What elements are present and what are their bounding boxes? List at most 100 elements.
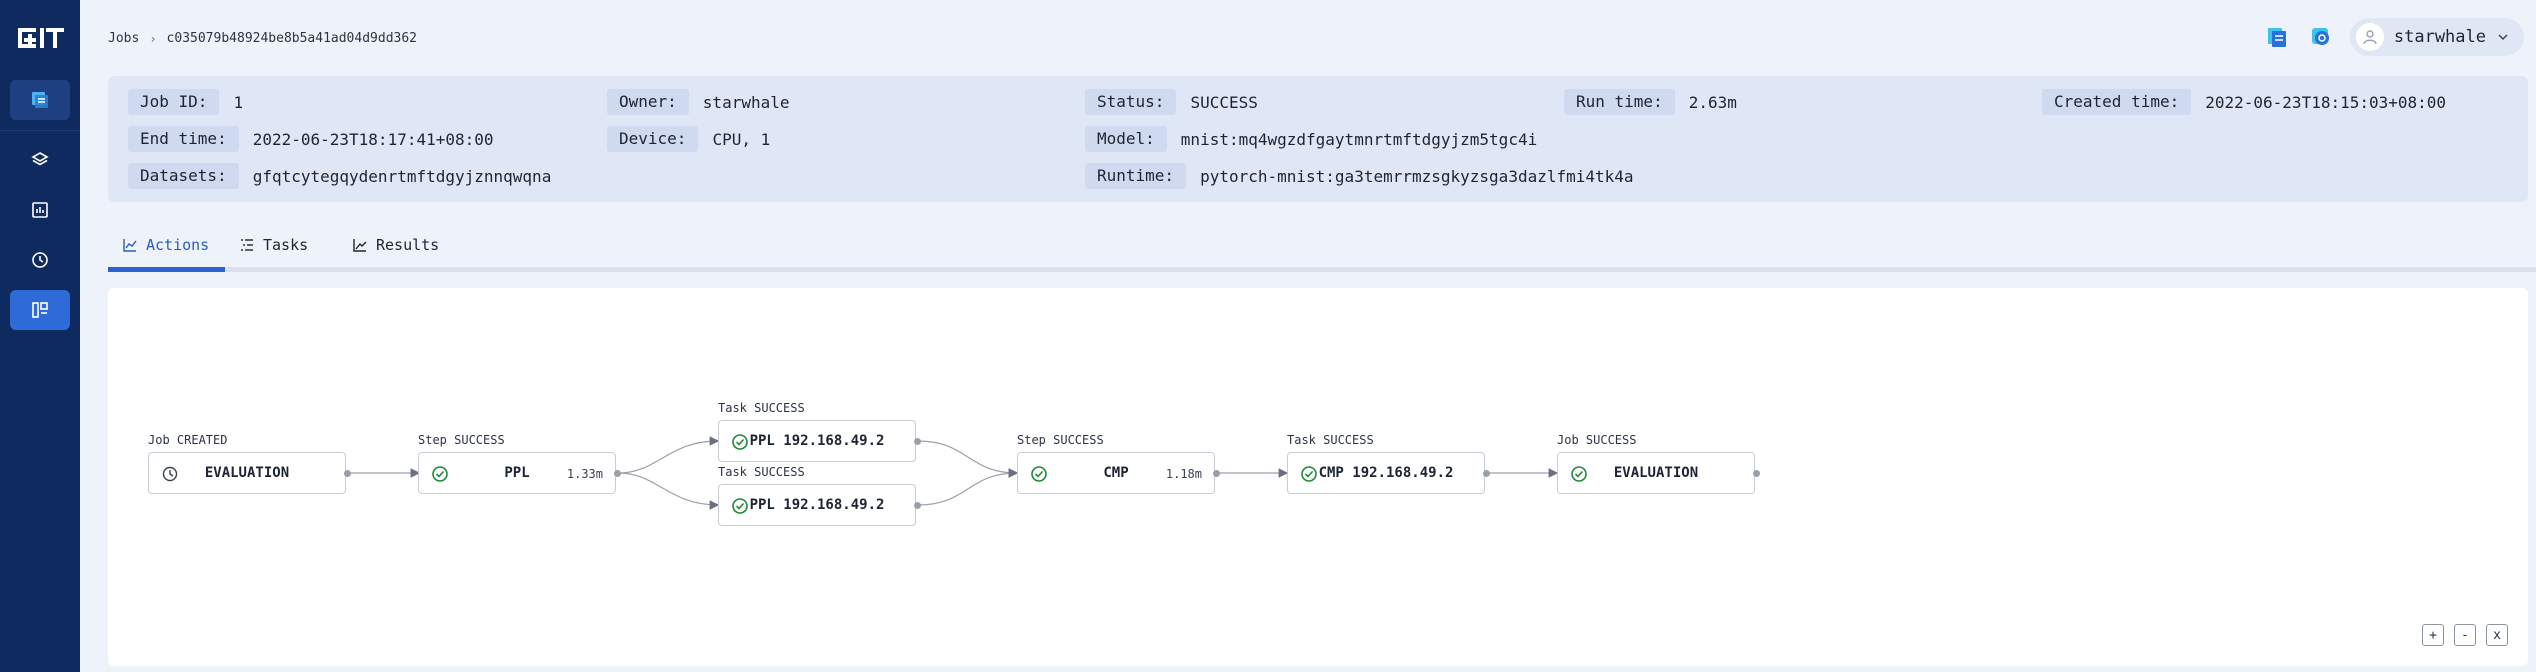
info-device: Device: CPU, 1 [607, 125, 770, 153]
node-title: EVALUATION [1613, 465, 1699, 481]
edge [917, 468, 1019, 506]
tab-label: Tasks [263, 235, 309, 254]
breadcrumb-jobs-link[interactable]: Jobs [108, 31, 139, 46]
nav-projects[interactable] [10, 80, 70, 120]
job-tabs: Actions Tasks Results [108, 222, 2536, 272]
zoom-reset-button[interactable]: x [2486, 624, 2508, 646]
zoom-in-button[interactable]: + [2422, 624, 2444, 646]
edge [617, 472, 720, 510]
breadcrumb-current: c035079b48924be8b5a41ad04d9dd362 [166, 31, 417, 46]
line-chart-icon [123, 238, 137, 252]
node-duration: 1.18m [1165, 467, 1202, 481]
node-caption: Job CREATED [148, 433, 228, 447]
info-run-time: Run time: 2.63m [1564, 88, 1737, 116]
info-label: Model: [1085, 126, 1167, 152]
node-port [1753, 470, 1760, 477]
info-owner: Owner: starwhale [607, 88, 790, 116]
projects-icon [32, 92, 48, 108]
tab-actions[interactable]: Actions [108, 222, 223, 267]
node-title: CMP 192.168.49.2 [1318, 465, 1454, 481]
info-label: Device: [607, 126, 699, 152]
flow-node-task-ppl-2[interactable]: PPL 192.168.49.2 [718, 484, 916, 526]
job-info-panel: Job ID: 1 Owner: starwhale Status: SUCCE… [108, 76, 2528, 202]
info-label: Owner: [607, 89, 689, 115]
user-icon [2363, 30, 2377, 45]
node-title: PPL 192.168.49.2 [749, 433, 885, 449]
nav-jobs[interactable] [10, 290, 70, 330]
node-caption: Task SUCCESS [718, 465, 805, 479]
info-row-1: Job ID: 1 Owner: starwhale Status: SUCCE… [128, 88, 2528, 116]
info-row-3: Datasets: gfqtcytegqydenrtmftdgyjznnqwqn… [128, 162, 2528, 190]
starwhale-logo[interactable] [14, 22, 66, 54]
info-datasets: Datasets: gfqtcytegqydenrtmftdgyjznnqwqn… [128, 162, 551, 190]
nav-layers[interactable] [10, 140, 70, 180]
info-label: End time: [128, 126, 239, 152]
info-runtime: Runtime: pytorch-mnist:ga3temrrmzsgkyzsg… [1085, 162, 1634, 190]
user-menu[interactable]: starwhale [2349, 18, 2524, 56]
nav-chart[interactable] [10, 190, 70, 230]
info-created-time: Created time: 2022-06-23T18:15:03+08:00 [2042, 88, 2446, 116]
user-name: starwhale [2393, 27, 2486, 47]
tab-label: Results [376, 235, 440, 254]
info-value: starwhale [702, 92, 790, 112]
node-port [344, 470, 351, 477]
flow-node-job-success[interactable]: EVALUATION [1557, 452, 1755, 494]
layers-icon [31, 152, 49, 166]
history-icon [32, 252, 48, 268]
jobs-icon [32, 302, 48, 318]
edge [917, 440, 1019, 478]
flow-node-step-cmp[interactable]: CMP 1.18m [1017, 452, 1215, 494]
info-value: CPU, 1 [712, 129, 771, 149]
info-value: 1 [233, 92, 244, 112]
info-value: SUCCESS [1190, 92, 1258, 112]
tabs-divider [108, 267, 2536, 272]
flow-node-job-created[interactable]: EVALUATION [148, 452, 346, 494]
avatar [2355, 23, 2384, 51]
info-label: Runtime: [1085, 163, 1187, 189]
list-icon [241, 238, 253, 251]
info-label: Run time: [1564, 89, 1675, 115]
docs-button[interactable] [2262, 22, 2292, 52]
settings-icon [2311, 28, 2329, 45]
docs-icon [2267, 28, 2286, 47]
info-model: Model: mnist:mq4wgzdfgaytmnrtmftdgyjzm5t… [1085, 125, 1537, 153]
info-value: mnist:mq4wgzdfgaytmnrtmftdgyjzm5tgc4i [1180, 129, 1538, 149]
header-actions: starwhale [2262, 18, 2524, 56]
tab-tasks[interactable]: Tasks [225, 222, 322, 267]
chevron-down-icon [2498, 34, 2508, 41]
breadcrumb-separator: › [149, 31, 157, 46]
info-label: Status: [1085, 89, 1177, 115]
active-tab-indicator [108, 267, 225, 272]
node-port [1483, 470, 1490, 477]
node-duration: 1.33m [566, 467, 603, 481]
info-value: 2.63m [1688, 92, 1737, 112]
flow-panel: Job CREATED EVALUATION Step SUCCESS PPL … [108, 288, 2528, 666]
node-port [1213, 470, 1220, 477]
info-value: 2022-06-23T18:15:03+08:00 [2205, 92, 2447, 112]
flow-node-task-ppl-1[interactable]: PPL 192.168.49.2 [718, 420, 916, 462]
node-port [614, 470, 621, 477]
node-caption: Job SUCCESS [1557, 433, 1637, 447]
node-caption: Step SUCCESS [1017, 433, 1104, 447]
breadcrumb: Jobs › c035079b48924be8b5a41ad04d9dd362 [108, 31, 417, 46]
info-job-id: Job ID: 1 [128, 88, 243, 116]
chart-icon [32, 202, 48, 218]
node-caption: Task SUCCESS [1287, 433, 1374, 447]
flow-node-step-ppl[interactable]: PPL 1.33m [418, 452, 616, 494]
tab-results[interactable]: Results [338, 222, 453, 267]
sidebar [0, 0, 80, 672]
info-status: Status: SUCCESS [1085, 88, 1258, 116]
zoom-out-button[interactable]: - [2454, 624, 2476, 646]
info-row-2: End time: 2022-06-23T18:17:41+08:00 Devi… [128, 125, 2528, 153]
info-label: Datasets: [128, 163, 239, 189]
flow-node-task-cmp[interactable]: CMP 192.168.49.2 [1287, 452, 1485, 494]
node-caption: Task SUCCESS [718, 401, 805, 415]
system-settings-button[interactable] [2306, 22, 2336, 52]
node-title: PPL 192.168.49.2 [749, 497, 885, 513]
info-label: Created time: [2042, 89, 2192, 115]
nav-history[interactable] [10, 240, 70, 280]
node-port [914, 438, 921, 445]
zoom-controls: + - x [2422, 624, 2508, 646]
info-value: gfqtcytegqydenrtmftdgyjznnqwqna [252, 166, 552, 186]
node-caption: Step SUCCESS [418, 433, 505, 447]
